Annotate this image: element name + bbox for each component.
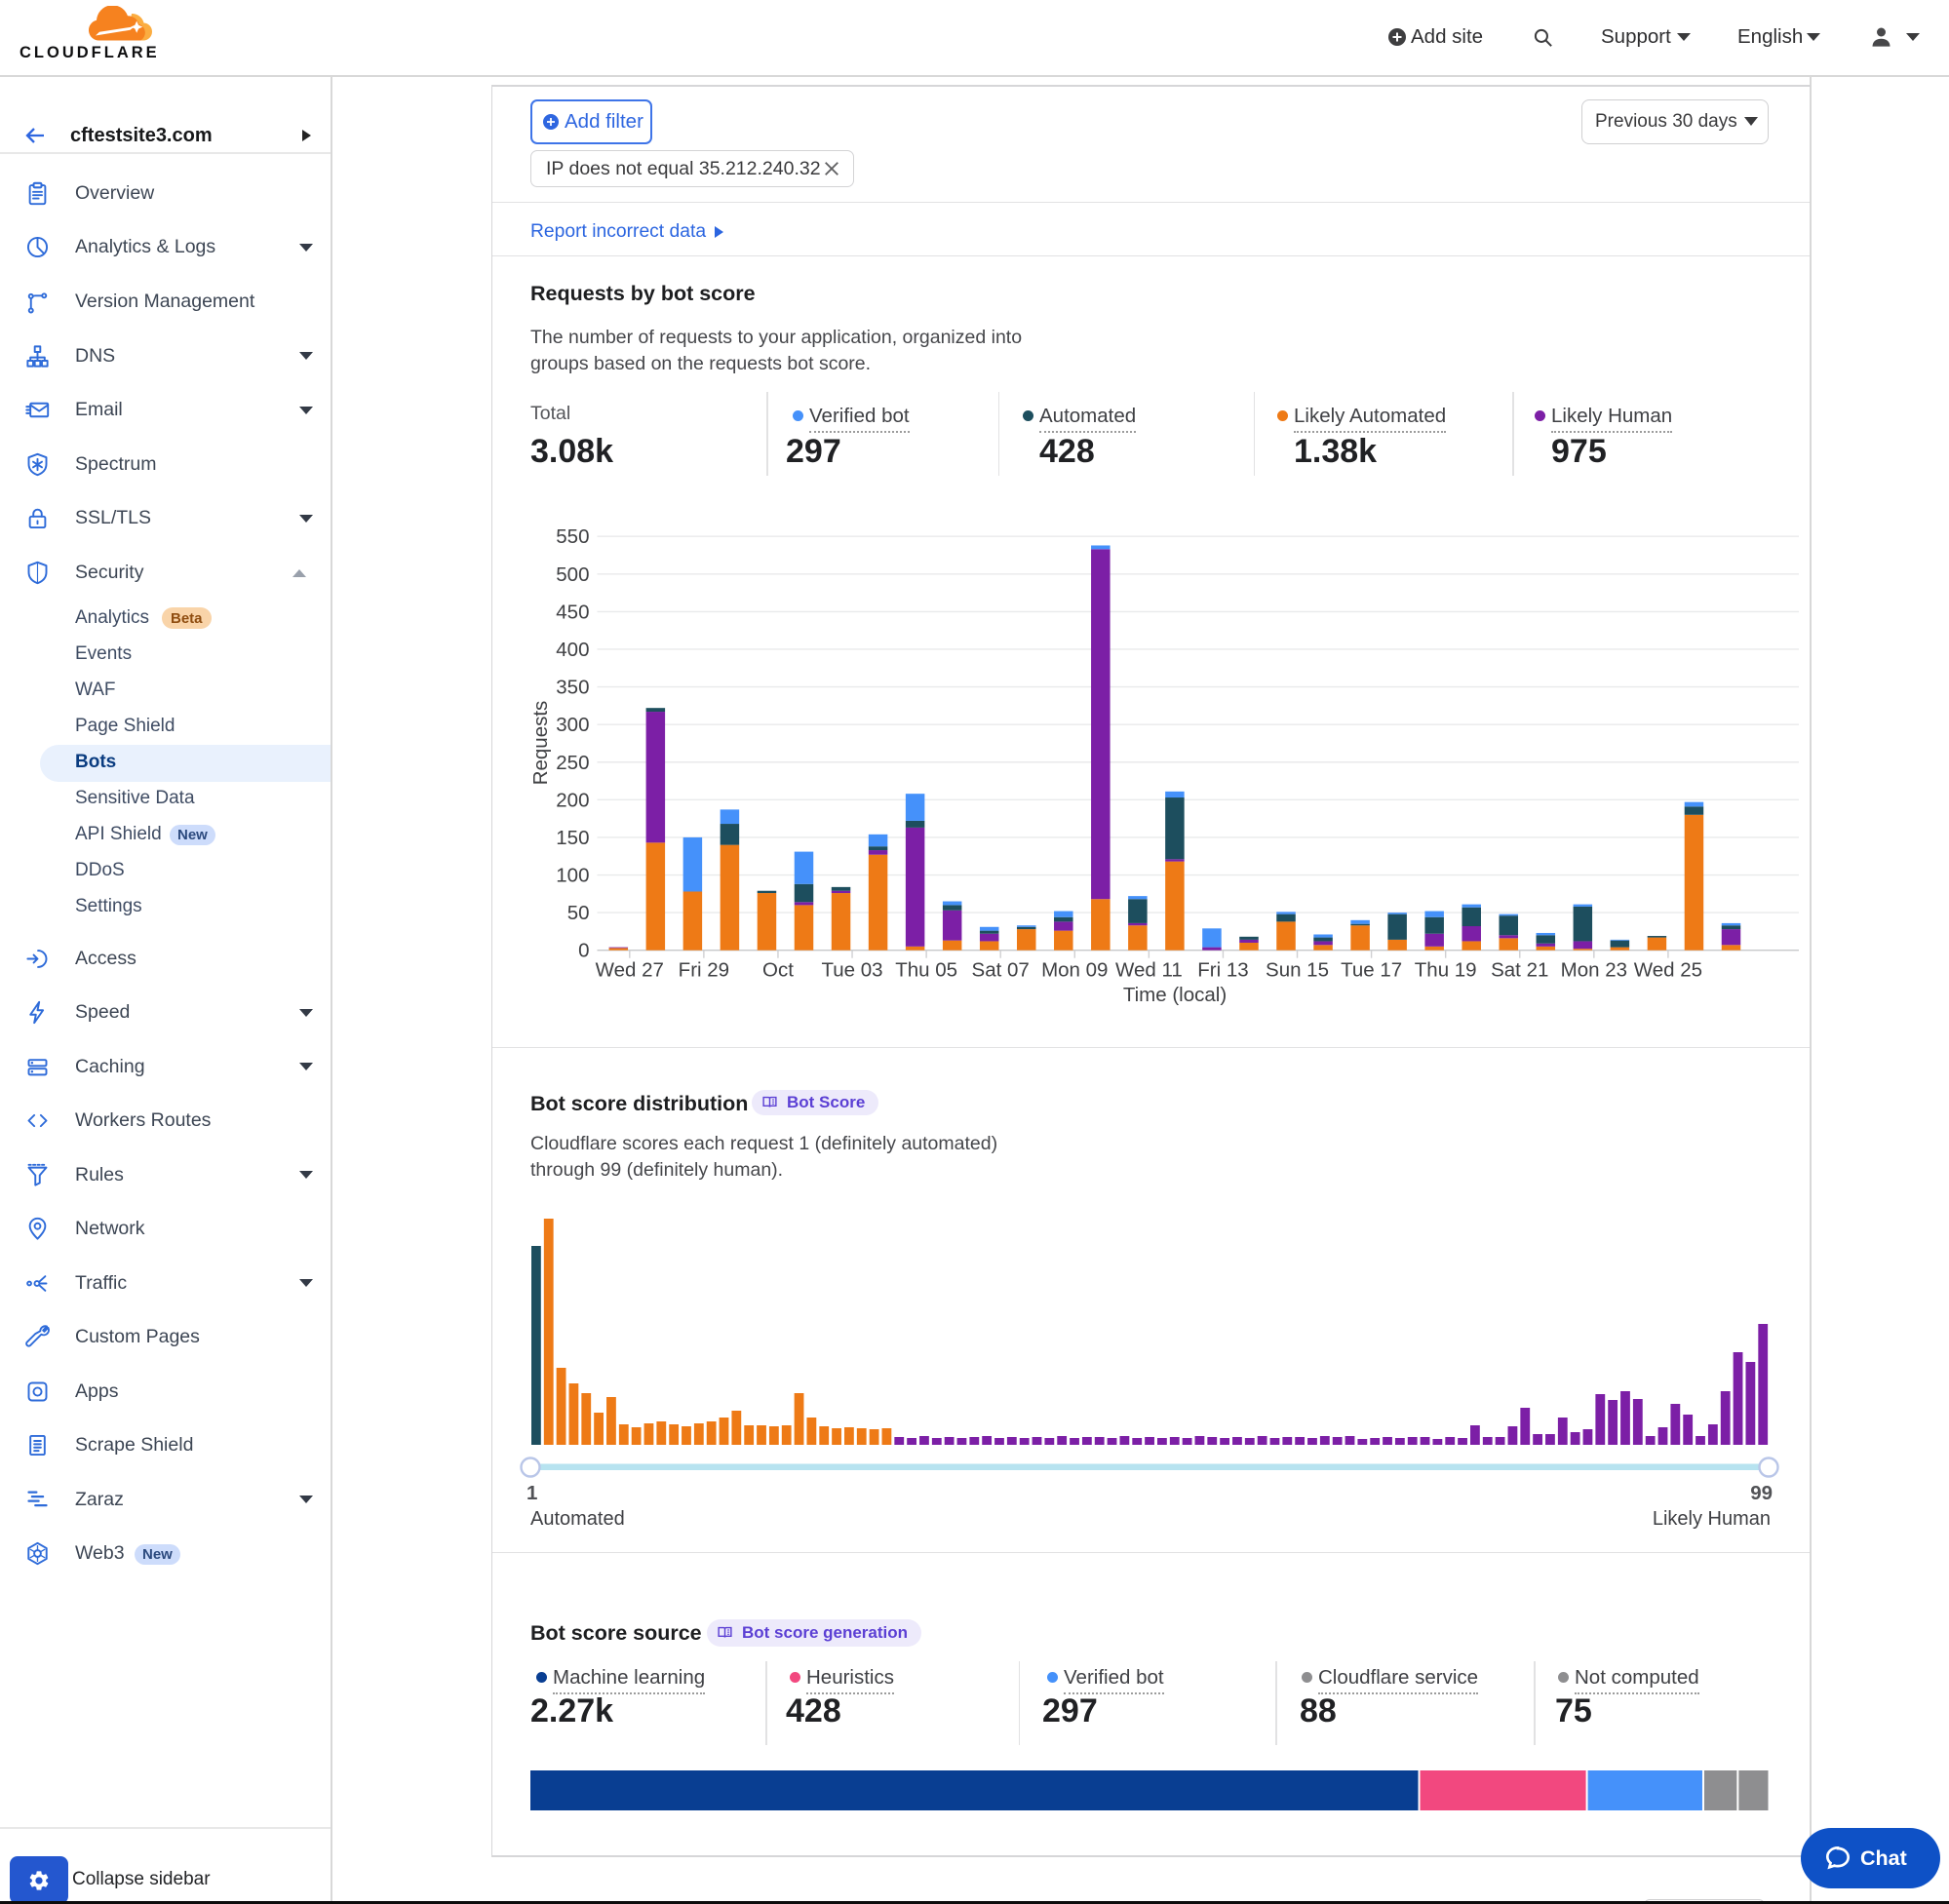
svg-text:99: 99 xyxy=(1750,1482,1773,1504)
svg-text:400: 400 xyxy=(556,639,589,661)
svg-text:250: 250 xyxy=(556,752,589,774)
svg-text:Fri 13: Fri 13 xyxy=(1197,959,1248,982)
svg-text:450: 450 xyxy=(556,601,589,623)
svg-text:Thu 05: Thu 05 xyxy=(895,959,957,982)
svg-text:0: 0 xyxy=(578,940,589,962)
svg-text:Sun 15: Sun 15 xyxy=(1266,959,1329,982)
svg-text:Tue 03: Tue 03 xyxy=(822,959,883,982)
svg-text:Thu 19: Thu 19 xyxy=(1415,959,1477,982)
svg-text:Requests: Requests xyxy=(529,701,552,786)
svg-text:300: 300 xyxy=(556,714,589,736)
svg-text:Automated: Automated xyxy=(530,1508,625,1530)
svg-text:150: 150 xyxy=(556,827,589,849)
svg-text:200: 200 xyxy=(556,789,589,811)
svg-text:100: 100 xyxy=(556,865,589,887)
svg-text:350: 350 xyxy=(556,677,589,699)
svg-text:Wed 27: Wed 27 xyxy=(596,959,664,982)
svg-text:Sat 21: Sat 21 xyxy=(1491,959,1548,982)
svg-text:Sat 07: Sat 07 xyxy=(972,959,1030,982)
svg-text:Fri 29: Fri 29 xyxy=(679,959,729,982)
svg-text:Oct: Oct xyxy=(762,959,794,982)
svg-text:Mon 23: Mon 23 xyxy=(1561,959,1627,982)
svg-text:1: 1 xyxy=(526,1482,537,1504)
svg-text:550: 550 xyxy=(556,525,589,548)
svg-text:Time (local): Time (local) xyxy=(1123,984,1227,1006)
svg-text:500: 500 xyxy=(556,563,589,586)
svg-text:Wed 11: Wed 11 xyxy=(1115,959,1183,982)
svg-text:Likely Human: Likely Human xyxy=(1653,1508,1771,1530)
svg-text:Wed 25: Wed 25 xyxy=(1634,959,1702,982)
svg-text:Mon 09: Mon 09 xyxy=(1041,959,1108,982)
svg-text:50: 50 xyxy=(567,902,590,924)
svg-text:Tue 17: Tue 17 xyxy=(1341,959,1402,982)
